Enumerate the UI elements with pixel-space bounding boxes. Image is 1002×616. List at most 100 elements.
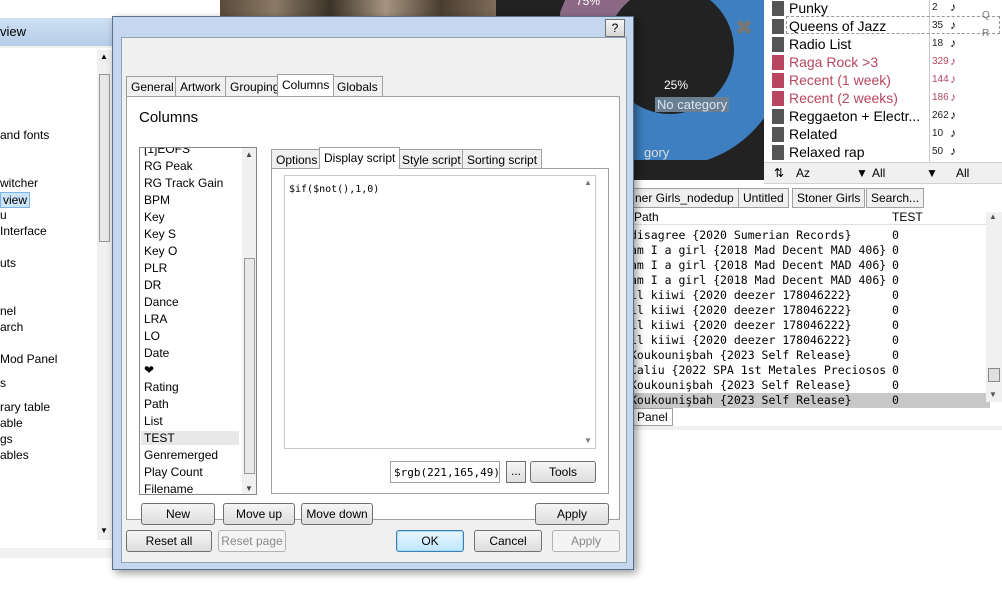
column-header-test[interactable]: TEST — [892, 210, 923, 224]
tree-item[interactable]: nel — [0, 304, 16, 318]
subtab-sorting-script[interactable]: Sorting script — [462, 149, 543, 169]
sort-az-icon[interactable]: ⇅ — [774, 166, 784, 180]
filter-1-label[interactable]: All — [872, 166, 885, 180]
table-row[interactable]: Caliu {2022 SPA 1st Metales Preciosos M.… — [630, 363, 990, 378]
panel-tab[interactable]: Panel — [632, 408, 673, 426]
playlist-item[interactable]: Recent (1 week) 144 ♪ — [764, 72, 1002, 90]
tab-columns[interactable]: Columns — [277, 74, 335, 96]
ellipsis-button[interactable]: ... — [506, 461, 526, 483]
apply-script-button[interactable]: Apply — [535, 503, 609, 525]
tree-item[interactable]: and fonts — [0, 128, 49, 142]
tree-item[interactable]: s — [0, 376, 6, 390]
table-row[interactable]: Koukounişbah {2023 Self Release} 0 — [630, 378, 990, 393]
table-row[interactable]: il kiiwi {2020 deezer 178046222} 0 — [630, 318, 990, 333]
column-list-item[interactable]: ❤ — [144, 363, 154, 377]
tree-item[interactable]: rary table — [0, 400, 50, 414]
ok-button[interactable]: OK — [396, 530, 464, 552]
grid-scrollbar[interactable]: ▲ ▼ — [986, 212, 1002, 402]
columns-list-scroll-thumb[interactable] — [244, 258, 255, 474]
grid-scroll-thumb[interactable] — [988, 368, 1000, 382]
tree-item[interactable]: Mod Panel — [0, 352, 57, 366]
side-letter-q[interactable]: Q — [982, 10, 990, 21]
subtab-options[interactable]: Options — [271, 149, 323, 169]
tab-general[interactable]: General — [126, 76, 179, 96]
side-letter-r[interactable]: R — [982, 28, 989, 39]
tree-item[interactable]: ables — [0, 448, 29, 462]
table-row[interactable]: am I a girl {2018 Mad Decent MAD 406} 0 — [630, 258, 990, 273]
reset-page-button[interactable]: Reset page — [218, 530, 286, 552]
column-list-item[interactable]: LRA — [144, 312, 167, 326]
script-text[interactable]: $if($not(),1,0) — [289, 184, 379, 195]
table-row[interactable]: disagree {2020 Sumerian Records} 0 — [630, 228, 990, 243]
sort-label[interactable]: Az — [796, 166, 810, 180]
subtab-style-script[interactable]: Style script — [397, 149, 466, 169]
move-up-button[interactable]: Move up — [223, 503, 295, 525]
close-x-icon[interactable]: ✖ — [732, 16, 756, 40]
reset-all-button[interactable]: Reset all — [126, 530, 212, 552]
tree-scrollbar[interactable]: ▲ ▼ — [97, 50, 112, 540]
column-header-path[interactable]: Path — [634, 210, 659, 224]
column-list-item[interactable]: Path — [144, 397, 169, 411]
table-row[interactable]: il kiiwi {2020 deezer 178046222} 0 — [630, 333, 990, 348]
column-list-item[interactable]: RG Peak — [144, 159, 193, 173]
tree-item[interactable]: able — [0, 416, 23, 430]
filter-icon[interactable]: ▼ — [856, 166, 868, 180]
table-row[interactable]: am I a girl {2018 Mad Decent MAD 406} 0 — [630, 243, 990, 258]
column-list-item[interactable]: BPM — [144, 193, 170, 207]
script-editor[interactable]: $if($not(),1,0) ▲ ▼ — [284, 175, 596, 449]
playlist-tab-1[interactable]: ner Girls_nodedup — [630, 188, 739, 208]
table-row[interactable]: Koukounişbah {2023 Self Release} 0 — [630, 393, 990, 408]
column-list-item[interactable]: Rating — [144, 380, 179, 394]
column-list-item[interactable]: Genremerged — [144, 448, 218, 462]
subtab-display-script[interactable]: Display script — [319, 147, 401, 169]
playlist-item[interactable]: Recent (2 weeks) 186 ♪ — [764, 90, 1002, 108]
column-list-item[interactable]: TEST — [141, 431, 239, 445]
tree-item[interactable]: gs — [0, 432, 13, 446]
filter-icon-2[interactable]: ▼ — [926, 166, 938, 180]
column-list-item[interactable]: Key — [144, 210, 165, 224]
tree-item[interactable]: Interface — [0, 224, 47, 238]
column-list-item[interactable]: List — [144, 414, 163, 428]
table-row[interactable]: Koukounişbah {2023 Self Release} 0 — [630, 348, 990, 363]
column-list-item[interactable]: Play Count — [144, 465, 203, 479]
tree-item[interactable]: uts — [0, 256, 16, 270]
columns-list[interactable]: [1]EOFS RG Peak RG Track Gain BPM Key Key S Ke… — [139, 147, 257, 495]
column-list-item[interactable]: LO — [144, 329, 160, 343]
column-list-item[interactable]: RG Track Gain — [144, 176, 223, 190]
playlist-tab-4[interactable]: Search... — [866, 188, 925, 208]
column-list-item[interactable]: DR — [144, 278, 161, 292]
columns-list-scrollbar[interactable]: ▲ ▼ — [242, 148, 256, 494]
column-list-item[interactable]: [1]EOFS — [144, 148, 190, 156]
tools-button[interactable]: Tools — [530, 461, 596, 483]
playlist-item[interactable]: Radio List 18 ♪ — [764, 36, 1002, 54]
column-list-item[interactable]: Key O — [144, 244, 177, 258]
help-button[interactable]: ? — [605, 19, 625, 37]
tree-item[interactable]: u — [0, 208, 7, 222]
move-down-button[interactable]: Move down — [301, 503, 373, 525]
tree-item[interactable]: arch — [0, 320, 23, 334]
filter-2-label[interactable]: All — [956, 166, 969, 180]
color-value-field[interactable]: $rgb(221,165,49) — [390, 461, 500, 483]
tree-item[interactable]: witcher — [0, 176, 38, 190]
cancel-button[interactable]: Cancel — [474, 530, 542, 552]
apply-button[interactable]: Apply — [552, 530, 620, 552]
tree-scroll-thumb[interactable] — [99, 74, 110, 242]
column-list-item[interactable]: Dance — [144, 295, 179, 309]
tab-globals[interactable]: Globals — [332, 76, 383, 96]
column-list-item[interactable]: Date — [144, 346, 169, 360]
column-list-item[interactable]: Filename — [144, 482, 193, 494]
table-row[interactable]: il kiiwi {2020 deezer 178046222} 0 — [630, 303, 990, 318]
playlist-item[interactable]: Raga Rock >3 329 ♪ — [764, 54, 1002, 72]
column-list-item[interactable]: PLR — [144, 261, 167, 275]
playlist-tab-3[interactable]: Stoner Girls — [792, 188, 866, 208]
tree-item[interactable]: view — [0, 192, 31, 208]
new-button[interactable]: New — [141, 503, 215, 525]
playlist-tab-2[interactable]: Untitled — [738, 188, 789, 208]
playlist-item[interactable]: Reggaeton + Electr... 262 ♪ — [764, 108, 1002, 126]
column-list-item[interactable]: Key S — [144, 227, 176, 241]
table-row[interactable]: il kiiwi {2020 deezer 178046222} 0 — [630, 288, 990, 303]
playlist-item[interactable]: Relaxed rap 50 ♪ — [764, 144, 1002, 162]
table-row[interactable]: am I a girl {2018 Mad Decent MAD 406} 0 — [630, 273, 990, 288]
playlist-item[interactable]: Related 10 ♪ — [764, 126, 1002, 144]
tab-artwork[interactable]: Artwork — [175, 76, 226, 96]
